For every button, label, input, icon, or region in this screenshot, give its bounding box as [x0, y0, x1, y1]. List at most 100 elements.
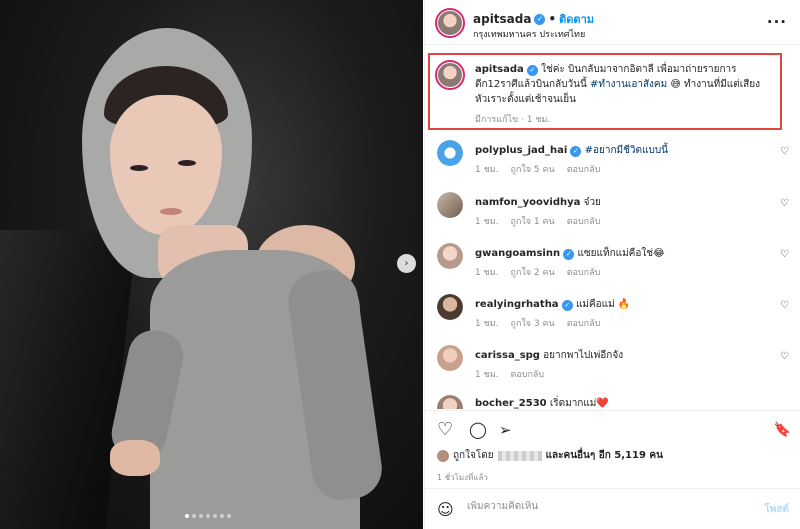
post-photo[interactable]: › — [0, 0, 423, 529]
comment-time: 1 ชม. — [475, 165, 499, 175]
commenter-avatar[interactable] — [437, 395, 463, 409]
commenter-avatar[interactable] — [437, 192, 463, 218]
author-username[interactable]: apitsada — [473, 12, 531, 26]
comment-likes[interactable]: ถูกใจ 5 คน — [511, 162, 555, 176]
comment-meta: 1 ชม. ถูกใจ 5 คน ตอบกลับ — [475, 162, 600, 176]
comment-time: 1 ชม. — [475, 268, 499, 278]
emoji-picker-icon[interactable]: ☺ — [437, 500, 454, 519]
comment-text: realyingrhatha ✓ แม่คือแม่ 🔥 — [475, 297, 765, 312]
comment-input[interactable] — [467, 501, 727, 512]
commenter-username[interactable]: namfon_yoovidhya — [475, 197, 580, 208]
comment-composer: ☺ โพสต์ — [425, 488, 800, 529]
commenter-username[interactable]: realyingrhatha — [475, 299, 559, 310]
comment-bubble-icon[interactable]: ◯ — [469, 421, 487, 439]
comment-body: อยากพาไปเพ่อีกจัง — [543, 350, 624, 361]
liker-avatar — [437, 449, 449, 462]
verified-badge-icon: ✓ — [563, 249, 575, 260]
author-avatar[interactable] — [435, 8, 465, 38]
chevron-right-icon: › — [404, 258, 409, 269]
caption-username[interactable]: apitsada — [475, 64, 524, 75]
save-bookmark-icon[interactable]: 🔖 — [774, 421, 791, 439]
carousel-dot — [227, 514, 231, 518]
commenter-avatar[interactable] — [437, 140, 463, 166]
next-photo-button[interactable]: › — [397, 254, 416, 273]
comment-text: namfon_yoovidhya จ๋วย — [475, 195, 765, 210]
comment-likes[interactable]: ถูกใจ 3 คน — [511, 316, 555, 330]
post-comment-button[interactable]: โพสต์ — [764, 502, 789, 517]
verified-badge-icon: ✓ — [526, 65, 538, 76]
caption-meta: มีการแก้ไข · 1 ชม. — [475, 112, 550, 126]
curtain-backdrop — [0, 230, 137, 529]
comment-likes[interactable]: ถูกใจ 1 คน — [511, 214, 555, 228]
follow-button[interactable]: ติดตาม — [559, 10, 594, 28]
comment-time: 1 ชม. — [475, 319, 499, 329]
carousel-dot-active — [185, 514, 189, 518]
carousel-dot — [199, 514, 203, 518]
left-eye — [130, 165, 148, 171]
caption-edited-time: มีการแก้ไข · 1 ชม. — [475, 115, 551, 125]
commenter-avatar[interactable] — [437, 243, 463, 269]
post-timestamp: 1 ชั่วโมงที่แล้ว — [437, 473, 488, 482]
comment-like-heart-icon[interactable]: ♡ — [780, 351, 789, 362]
commenter-username[interactable]: bocher_2530 — [475, 398, 547, 409]
comment-meta: 1 ชม. ถูกใจ 1 คน ตอบกลับ — [475, 214, 600, 228]
commenter-username[interactable]: carissa_spg — [475, 350, 540, 361]
likes-count[interactable]: และคนอื่นๆ อีก 5,119 คน — [546, 448, 663, 463]
verified-badge-icon: ✓ — [570, 146, 582, 157]
post-header: apitsada ✓ • ติดตาม กรุงเทพมหานคร ประเทศ… — [425, 0, 800, 45]
comment-like-heart-icon[interactable]: ♡ — [780, 146, 789, 157]
reply-button[interactable]: ตอบกลับ — [567, 162, 601, 176]
comment-like-heart-icon[interactable]: ♡ — [780, 300, 789, 311]
reply-button[interactable]: ตอบกลับ — [567, 265, 601, 279]
comment-text: bocher_2530 เริ่ดมากแม่❤️ — [475, 396, 765, 409]
reply-button[interactable]: ตอบกลับ — [567, 214, 601, 228]
carousel-dot — [213, 514, 217, 518]
commenter-avatar[interactable] — [437, 294, 463, 320]
comment-item: bocher_2530 เริ่ดมากแม่❤️ — [425, 395, 800, 409]
comment-time: 1 ชม. — [475, 370, 499, 380]
comment-body: แซยแท็กแม่คือใช่😂 — [577, 248, 665, 259]
comment-likes[interactable]: ถูกใจ 2 คน — [511, 265, 555, 279]
caption-text: apitsada ✓ ใช่ค่ะ บินกลับมาจากอิตาลี เพื… — [475, 62, 771, 107]
post-side-panel: apitsada ✓ • ติดตาม กรุงเทพมหานคร ประเทศ… — [424, 0, 800, 529]
comment-text: carissa_spg อยากพาไปเพ่อีกจัง — [475, 348, 765, 363]
comment-body: แม่คือแม่ 🔥 — [575, 299, 631, 310]
comment-like-heart-icon[interactable]: ♡ — [780, 249, 789, 260]
likes-summary[interactable]: ถูกใจโดย และคนอื่นๆ อีก 5,119 คน — [437, 448, 663, 463]
comment-body: จ๋วย — [583, 197, 601, 208]
carousel-dot — [192, 514, 196, 518]
sweat-smile-emoji: 😅 — [670, 79, 681, 90]
carousel-dot — [220, 514, 224, 518]
comment-text: polyplus_jad_hai ✓ #อยากมีชีวิตแบบนี้ — [475, 143, 765, 158]
right-eye — [178, 160, 196, 166]
caption-avatar[interactable] — [435, 60, 465, 90]
carousel-dot — [206, 514, 210, 518]
post-location[interactable]: กรุงเทพมหานคร ประเทศไทย — [473, 27, 585, 41]
comment-meta: 1 ชม. ถูกใจ 3 คน ตอบกลับ — [475, 316, 600, 330]
more-options-icon[interactable]: ··· — [767, 13, 787, 31]
carousel-indicator — [185, 514, 231, 518]
hand — [110, 440, 160, 476]
separator-dot: • — [548, 12, 557, 26]
lips — [160, 208, 182, 215]
commenter-username[interactable]: polyplus_jad_hai — [475, 145, 567, 156]
reply-button[interactable]: ตอบกลับ — [567, 316, 601, 330]
verified-badge-icon: ✓ — [534, 13, 546, 25]
caption-hashtag[interactable]: #ทำงานเอาสังคม — [590, 79, 667, 90]
reply-button[interactable]: ตอบกลับ — [511, 367, 545, 381]
action-bar: ♡ ◯ ➢ 🔖 — [425, 410, 800, 446]
comment-like-heart-icon[interactable]: ♡ — [780, 198, 789, 209]
comment-meta: 1 ชม. ถูกใจ 2 คน ตอบกลับ — [475, 265, 600, 279]
commenter-username[interactable]: gwangoamsinn — [475, 248, 560, 259]
comment-body: เริ่ดมากแม่❤️ — [549, 398, 609, 409]
comment-meta: 1 ชม. ตอบกลับ — [475, 367, 544, 381]
comment-time: 1 ชม. — [475, 217, 499, 227]
likes-prefix: ถูกใจโดย — [453, 450, 494, 461]
comment-body[interactable]: #อยากมีชีวิตแบบนี้ — [585, 145, 668, 156]
like-heart-icon[interactable]: ♡ — [437, 421, 453, 439]
comment-text: gwangoamsinn ✓ แซยแท็กแม่คือใช่😂 — [475, 246, 765, 261]
share-send-icon[interactable]: ➢ — [499, 421, 512, 439]
verified-badge-icon: ✓ — [561, 300, 573, 311]
blurred-username — [497, 450, 542, 461]
commenter-avatar[interactable] — [437, 345, 463, 371]
